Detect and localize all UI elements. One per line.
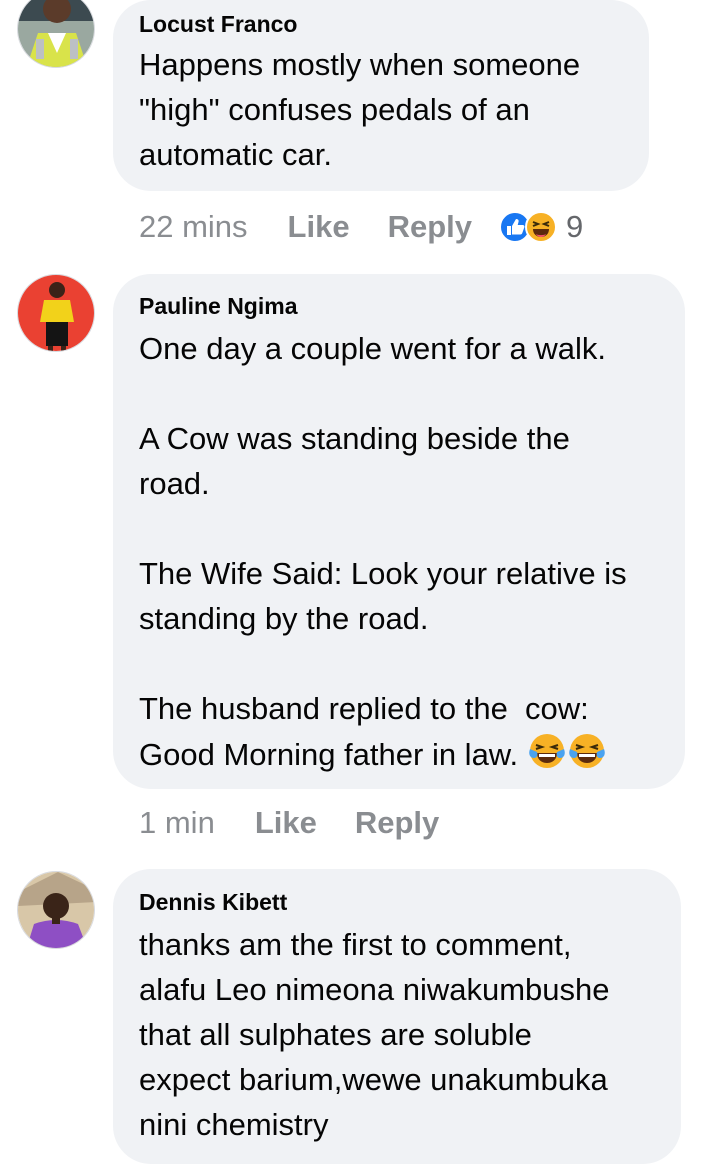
comment-meta: 22 mins Like Reply 9 (139, 207, 583, 247)
laughing-tears-emoji (527, 731, 567, 783)
comment-author[interactable]: Locust Franco (139, 10, 623, 38)
comment-dennis-kibett: Dennis Kibett thanks am the first to com… (0, 869, 720, 1169)
reaction-count: 9 (566, 209, 584, 244)
reply-button[interactable]: Reply (355, 805, 439, 841)
comment-author[interactable]: Pauline Ngima (139, 292, 659, 320)
comment-text: thanks am the first to comment, alafu Le… (139, 927, 610, 1142)
comment-bubble: Locust Franco Happens mostly when someon… (113, 0, 649, 191)
comment-pauline-ngima: Pauline Ngima One day a couple went for … (0, 272, 720, 852)
haha-icon (525, 211, 557, 243)
avatar[interactable] (17, 871, 95, 949)
avatar[interactable] (17, 0, 95, 68)
avatar[interactable] (17, 274, 95, 352)
reply-button[interactable]: Reply (388, 209, 472, 245)
reaction-summary[interactable]: 9 (498, 209, 583, 245)
comment-author[interactable]: Dennis Kibett (139, 888, 655, 916)
comment-time[interactable]: 22 mins (139, 209, 248, 245)
comment-text: One day a couple went for a walk. A Cow … (139, 326, 659, 783)
comment-bubble: Pauline Ngima One day a couple went for … (113, 274, 685, 789)
comment-bubble: Dennis Kibett thanks am the first to com… (113, 869, 681, 1164)
comment-meta: 1 min Like Reply (139, 803, 477, 843)
like-button[interactable]: Like (255, 805, 317, 841)
comment-text-body: One day a couple went for a walk. A Cow … (139, 331, 627, 773)
laughing-tears-emoji (567, 731, 607, 783)
like-button[interactable]: Like (288, 209, 350, 245)
comment-text: Happens mostly when someone "high" confu… (139, 47, 581, 172)
comment-time[interactable]: 1 min (139, 805, 215, 841)
comment-locust-franco: Locust Franco Happens mostly when someon… (0, 0, 720, 265)
